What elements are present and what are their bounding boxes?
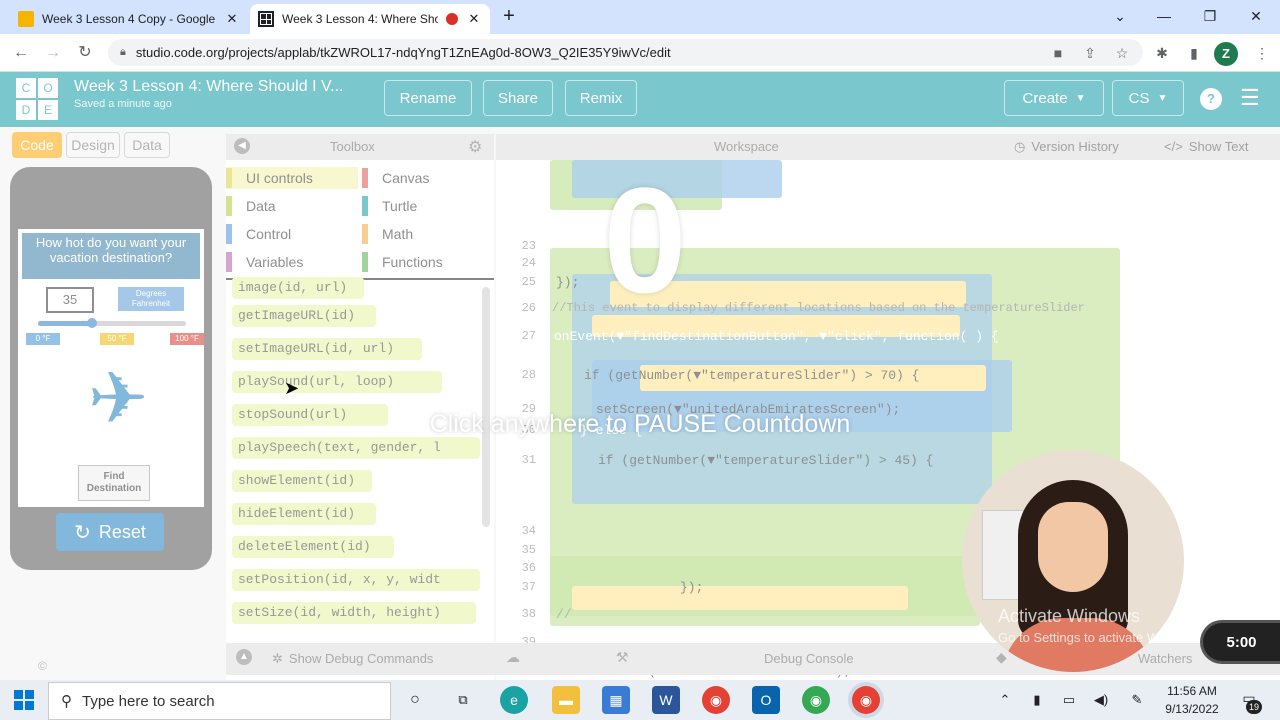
- menu-kebab-icon[interactable]: ⋮: [1252, 43, 1272, 63]
- pen-icon[interactable]: ✎: [1126, 690, 1148, 710]
- browser-tab-strip: Week 3 Lesson 4 Copy - Google ✕ Week 3 L…: [0, 0, 1280, 34]
- lock-icon: 🔒︎: [120, 46, 126, 58]
- tab-label: Week 3 Lesson 4 Copy - Google: [42, 12, 216, 26]
- countdown-timer[interactable]: 5:00: [1200, 620, 1280, 664]
- pause-countdown-text[interactable]: Click anywhere to PAUSE Countdown: [360, 410, 920, 439]
- mouse-cursor-icon: ➤: [284, 378, 300, 398]
- url-text: studio.code.org/projects/applab/tkZWROL1…: [135, 45, 671, 60]
- new-tab-button[interactable]: +: [498, 6, 520, 28]
- side-panel-icon[interactable]: ▮: [1184, 43, 1204, 63]
- reload-icon[interactable]: ↻: [74, 42, 96, 64]
- activate-windows-subtitle: Go to Settings to activate Windows: [998, 630, 1200, 645]
- edge-icon[interactable]: e: [500, 686, 528, 714]
- back-arrow-icon[interactable]: ←: [10, 42, 32, 64]
- microphone-icon[interactable]: ▮: [1026, 690, 1048, 710]
- search-icon: ⚲: [61, 693, 72, 710]
- chrome-profile-icon[interactable]: ◉: [802, 686, 830, 714]
- clock-time[interactable]: 11:56 AM: [1160, 684, 1224, 698]
- share-icon[interactable]: ⇪: [1080, 43, 1100, 63]
- file-explorer-icon[interactable]: ▬: [552, 686, 580, 714]
- activate-windows-title: Activate Windows: [998, 606, 1141, 626]
- recording-icon: [446, 13, 458, 25]
- chrome-active-icon[interactable]: ◉: [852, 686, 880, 714]
- forward-arrow-icon[interactable]: →: [42, 42, 64, 64]
- camera-blocked-icon[interactable]: ■: [1048, 43, 1068, 63]
- code-org-icon: [258, 11, 274, 27]
- task-view-icon[interactable]: ⧉: [452, 690, 474, 710]
- store-icon[interactable]: ▦: [602, 686, 630, 714]
- bookmark-star-icon[interactable]: ☆: [1112, 43, 1132, 63]
- close-window-button[interactable]: ✕: [1242, 4, 1270, 28]
- show-hidden-icons[interactable]: ⌃: [994, 690, 1016, 710]
- search-placeholder: Type here to search: [82, 692, 215, 710]
- minimize-button[interactable]: —: [1150, 4, 1178, 28]
- tab-code-org[interactable]: Week 3 Lesson 4: Where Sho ✕: [250, 4, 490, 34]
- windows-start-icon[interactable]: [14, 690, 34, 710]
- close-tab-icon[interactable]: ✕: [466, 11, 482, 27]
- tab-search-icon[interactable]: ⌄: [1106, 4, 1134, 28]
- address-bar[interactable]: 🔒︎ studio.code.org/projects/applab/tkZWR…: [108, 39, 1143, 66]
- taskbar-search-box[interactable]: ⚲ Type here to search: [48, 682, 391, 720]
- countdown-number: 0: [603, 156, 687, 324]
- battery-icon[interactable]: ▭: [1058, 690, 1080, 710]
- tab-label: Week 3 Lesson 4: Where Sho: [282, 12, 438, 26]
- word-icon[interactable]: W: [652, 686, 680, 714]
- cortana-icon[interactable]: ○: [404, 690, 426, 710]
- presenter-face: [1038, 502, 1108, 592]
- notification-badge: 19: [1246, 700, 1262, 714]
- profile-avatar[interactable]: Z: [1214, 42, 1238, 66]
- tab-google-slides[interactable]: Week 3 Lesson 4 Copy - Google ✕: [10, 4, 248, 34]
- google-slides-icon: [18, 11, 34, 27]
- clock-date[interactable]: 9/13/2022: [1160, 702, 1224, 716]
- restore-button[interactable]: ❐: [1196, 4, 1224, 28]
- extensions-puzzle-icon[interactable]: ✱: [1152, 43, 1172, 63]
- chrome-icon[interactable]: ◉: [702, 686, 730, 714]
- volume-icon[interactable]: ◀): [1090, 690, 1112, 710]
- close-tab-icon[interactable]: ✕: [224, 11, 240, 27]
- outlook-icon[interactable]: O: [752, 686, 780, 714]
